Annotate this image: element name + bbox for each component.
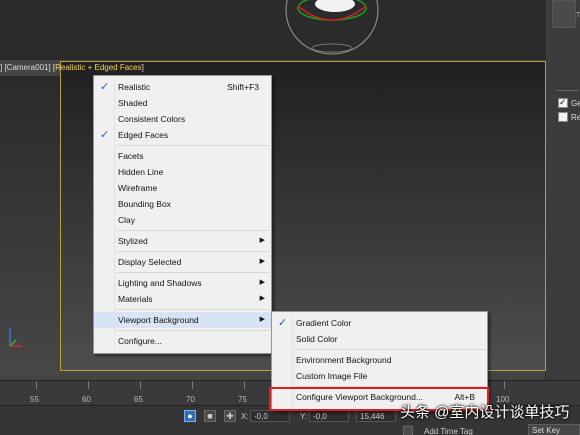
menu-item-label: Stylized xyxy=(118,236,148,246)
top-viewport[interactable] xyxy=(0,0,545,60)
panel-tab[interactable] xyxy=(552,0,576,28)
absolute-mode-icon[interactable]: ✚ xyxy=(224,410,236,422)
time-tag-icon[interactable] xyxy=(403,426,413,435)
menu-item-shortcut: Shift+F3 xyxy=(227,82,259,92)
menu-item-clay[interactable]: Clay xyxy=(94,212,271,228)
menu-separator xyxy=(294,349,485,350)
submenu-arrow-icon: ▶ xyxy=(259,258,265,265)
x-coord-field[interactable]: -0,0 xyxy=(250,410,290,422)
menu-item-facets[interactable]: Facets xyxy=(94,148,271,164)
menu-item-label: Bounding Box xyxy=(118,199,171,209)
menu-item-stylized[interactable]: Stylized ▶ xyxy=(94,233,271,249)
menu-item-label: Materials xyxy=(118,294,153,304)
checkmark-icon: ✓ xyxy=(278,317,288,329)
menu-item-label: Clay xyxy=(118,215,136,225)
menu-item-label: Viewport Background xyxy=(118,315,199,325)
menu-item-label: Gradient Color xyxy=(296,318,352,328)
timeline-tick xyxy=(192,381,193,389)
geometry-checkbox-label: Ge xyxy=(571,99,580,108)
submenu-arrow-icon: ▶ xyxy=(259,316,265,323)
menu-item-label: Display Selected xyxy=(118,257,182,267)
viewport-camera-label[interactable]: ] [Camera001] [ xyxy=(0,63,55,72)
submenu-arrow-icon: ▶ xyxy=(259,237,265,244)
menu-item-hidden-line[interactable]: Hidden Line xyxy=(94,164,271,180)
submenu-arrow-icon: ▶ xyxy=(259,295,265,302)
y-coord-field[interactable]: -0,0 xyxy=(309,410,349,422)
submenu-item-gradient-color[interactable]: ✓ Gradient Color xyxy=(272,315,487,331)
axis-tripod-icon xyxy=(9,328,22,347)
menu-separator xyxy=(116,145,269,146)
geometry-checkbox[interactable] xyxy=(558,97,568,108)
timeline-tick xyxy=(88,381,89,389)
menu-item-bounding-box[interactable]: Bounding Box xyxy=(94,196,271,212)
menu-item-label: Environment Background xyxy=(296,355,392,365)
submenu-item-environment-background[interactable]: Environment Background xyxy=(272,352,487,368)
menu-item-label: Edged Faces xyxy=(118,130,169,140)
menu-item-label: Facets xyxy=(118,151,144,161)
menu-item-configure[interactable]: Configure... xyxy=(94,333,271,349)
timeline-label: 70 xyxy=(186,395,195,404)
menu-item-label: Configure... xyxy=(118,336,162,346)
menu-item-label: Shaded xyxy=(118,98,148,108)
panel-divider xyxy=(556,90,578,91)
submenu-item-custom-image-file[interactable]: Custom Image File xyxy=(272,368,487,384)
menu-item-label: Solid Color xyxy=(296,334,338,344)
selection-lock-icon[interactable]: ● xyxy=(184,410,196,422)
menu-item-materials[interactable]: Materials ▶ xyxy=(94,291,271,307)
timeline-tick xyxy=(140,381,141,389)
y-coord-label: Y: xyxy=(300,412,308,421)
render-checkbox[interactable] xyxy=(558,112,568,122)
viewport-shading-menu: ✓ Realistic Shift+F3 Shaded Consistent Col… xyxy=(93,75,272,354)
menu-item-lighting-and-shadows[interactable]: Lighting and Shadows ▶ xyxy=(94,275,271,291)
z-coord-field[interactable]: 15,446 xyxy=(356,410,396,422)
sphere-gizmo-graphic xyxy=(285,0,379,55)
x-coord-label: X: xyxy=(241,412,249,421)
timeline-label: 55 xyxy=(30,395,39,404)
timeline-label: 60 xyxy=(82,395,91,404)
timeline-label: 75 xyxy=(238,395,247,404)
command-panel: Ta Ge Re xyxy=(545,0,580,380)
menu-item-consistent-colors[interactable]: Consistent Colors xyxy=(94,111,271,127)
menu-item-edged-faces[interactable]: ✓ Edged Faces xyxy=(94,127,271,143)
viewport-label[interactable]: ] [Camera001] [Realistic + Edged Faces] xyxy=(0,63,144,75)
menu-separator xyxy=(116,309,269,310)
add-time-tag-button[interactable]: Add Time Tag xyxy=(424,426,473,435)
menu-item-label: Custom Image File xyxy=(296,371,368,381)
menu-separator xyxy=(116,272,269,273)
menu-item-display-selected[interactable]: Display Selected ▶ xyxy=(94,254,271,270)
menu-item-label: Realistic xyxy=(118,82,151,92)
panel-tab-label: Ta xyxy=(576,12,580,19)
menu-item-label: Consistent Colors xyxy=(118,114,186,124)
checkmark-icon: ✓ xyxy=(100,81,110,93)
submenu-item-solid-color[interactable]: Solid Color xyxy=(272,331,487,347)
menu-item-shaded[interactable]: Shaded xyxy=(94,95,271,111)
timeline-label: 65 xyxy=(134,395,143,404)
menu-separator xyxy=(116,251,269,252)
menu-item-label: Hidden Line xyxy=(118,167,164,177)
menu-separator xyxy=(116,330,269,331)
timeline-tick xyxy=(504,381,505,389)
viewport-label-end: ] xyxy=(141,63,144,72)
menu-item-label: Wireframe xyxy=(118,183,158,193)
set-key-button[interactable]: Set Key xyxy=(528,424,580,435)
viewport-shading-label[interactable]: Realistic + Edged Faces xyxy=(55,63,142,72)
menu-item-viewport-background[interactable]: Viewport Background ▶ xyxy=(94,312,271,328)
menu-item-realistic[interactable]: ✓ Realistic Shift+F3 xyxy=(94,79,271,95)
watermark-text: 头条 @室内设计谈单技巧 xyxy=(400,404,570,421)
submenu-arrow-icon: ▶ xyxy=(259,279,265,286)
render-checkbox-label: Re xyxy=(571,113,580,122)
timeline-tick xyxy=(36,381,37,389)
menu-item-wireframe[interactable]: Wireframe xyxy=(94,180,271,196)
menu-item-label: Lighting and Shadows xyxy=(118,278,202,288)
timeline-tick xyxy=(244,381,245,389)
menu-separator xyxy=(116,230,269,231)
checkmark-icon: ✓ xyxy=(100,129,110,141)
lock-icon[interactable]: ■ xyxy=(204,410,216,422)
